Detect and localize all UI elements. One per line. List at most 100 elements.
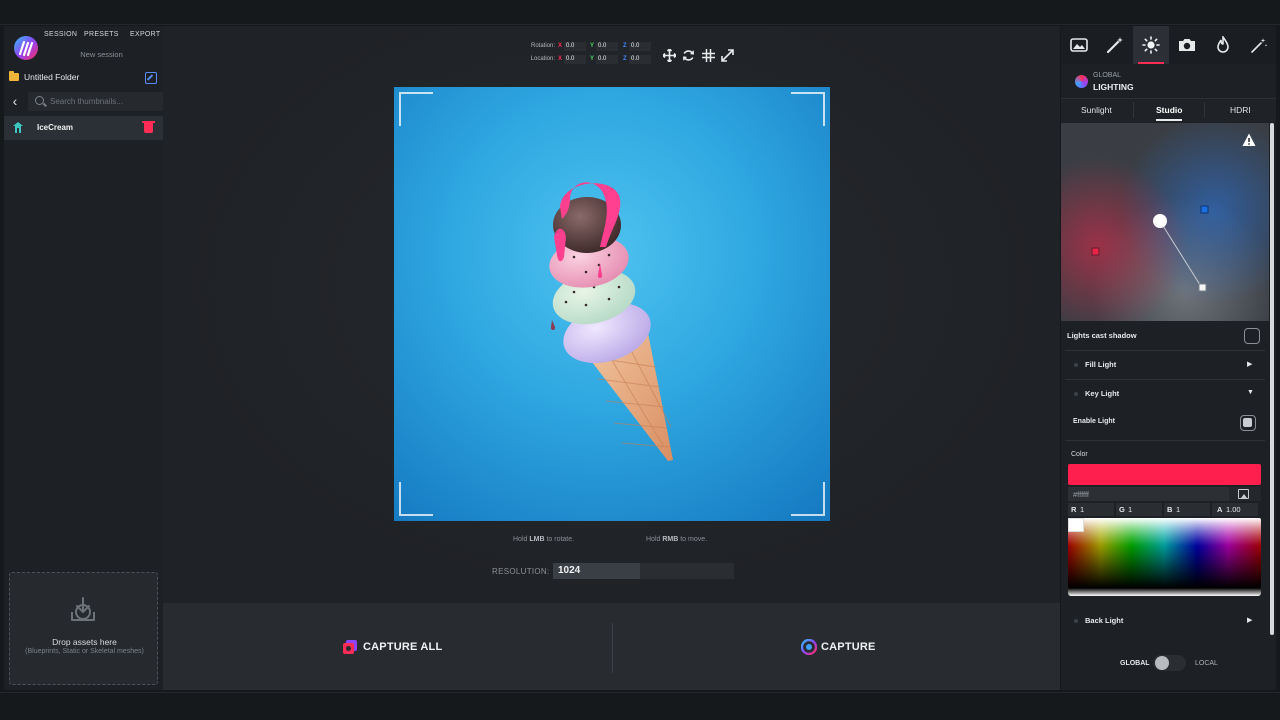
tab-effects[interactable]: [1097, 26, 1133, 64]
fullscreen-icon[interactable]: [721, 49, 734, 62]
capture-all-button[interactable]: CAPTURE ALL: [163, 603, 611, 690]
left-panel: SESSION PRESETS EXPORT New session Untit…: [4, 26, 163, 690]
tab-lighting[interactable]: [1133, 26, 1169, 64]
color-swatch: [1068, 464, 1261, 485]
grid-icon[interactable]: [702, 49, 715, 62]
reset-rotate-icon[interactable]: [682, 49, 695, 62]
flame-icon: [1217, 36, 1229, 53]
top-bar: [0, 0, 1280, 25]
section-dot: [1074, 619, 1078, 623]
divider: [1065, 350, 1265, 351]
sparkle-wand-icon: [1251, 38, 1268, 53]
collapse-down-icon[interactable]: ▼: [1247, 389, 1254, 396]
capture-icon: [801, 639, 817, 655]
subtab-sunlight[interactable]: Sunlight: [1081, 105, 1112, 115]
r-field[interactable]: R1: [1068, 503, 1114, 516]
capture-all-label: CAPTURE ALL: [363, 641, 443, 653]
move-icon[interactable]: [663, 49, 676, 62]
light-position-pad[interactable]: [1061, 123, 1269, 321]
b-field[interactable]: B1: [1164, 503, 1210, 516]
menu-session[interactable]: SESSION: [44, 31, 77, 38]
divider: [1065, 379, 1265, 380]
delete-icon[interactable]: [142, 121, 155, 133]
sun-icon: [1142, 36, 1160, 54]
section-dot: [1074, 392, 1078, 396]
capture-canvas[interactable]: [394, 87, 830, 521]
menu-export[interactable]: EXPORT: [130, 31, 160, 38]
edit-folder-icon[interactable]: [145, 72, 157, 84]
rotation-z-field[interactable]: 0.0: [629, 42, 651, 51]
dropzone-subtitle: (Blueprints, Static or Skeletal meshes): [25, 648, 144, 655]
tab-image[interactable]: [1061, 26, 1097, 64]
toggle-local-label: LOCAL: [1195, 660, 1218, 667]
ice-cream-model: [549, 182, 673, 461]
location-x-axis: X: [558, 56, 563, 62]
tab-post[interactable]: [1241, 26, 1277, 64]
expand-right-icon[interactable]: ▶: [1247, 616, 1252, 624]
subtab-divider: [1133, 102, 1134, 118]
rotation-z-axis: Z: [623, 43, 627, 49]
rotation-x-field[interactable]: 0.0: [564, 42, 586, 51]
warning-icon[interactable]: [1242, 133, 1256, 147]
tab-camera[interactable]: [1169, 26, 1205, 64]
move-hint: Hold RMB to move.: [646, 536, 708, 543]
tab-fire[interactable]: [1205, 26, 1241, 64]
a-field[interactable]: A 1.00: [1212, 503, 1258, 516]
bottom-bar: [0, 692, 1280, 720]
location-z-axis: Z: [623, 56, 627, 62]
back-light-marker[interactable]: [1200, 205, 1209, 214]
eyedropper-image-icon[interactable]: [1238, 489, 1249, 499]
resolution-slider[interactable]: 1024: [553, 563, 734, 579]
subtab-hdri[interactable]: HDRI: [1230, 105, 1251, 115]
lighting-subtabs: Sunlight Studio HDRI: [1061, 98, 1276, 122]
rotation-y-field[interactable]: 0.0: [596, 42, 618, 51]
blueprint-icon: [13, 122, 23, 133]
key-light-handle[interactable]: [1153, 214, 1167, 228]
subtab-studio[interactable]: Studio: [1156, 105, 1183, 121]
location-y-axis: Y: [590, 56, 595, 62]
lighting-title: LIGHTING: [1093, 82, 1134, 92]
enable-light-checkbox[interactable]: [1240, 415, 1256, 431]
light-target-marker[interactable]: [1198, 283, 1207, 292]
asset-dropzone[interactable]: Drop assets here (Blueprints, Static or …: [9, 572, 158, 685]
resolution-value: 1024: [558, 565, 581, 576]
viewport-area: Rotation: X 0.0 Y 0.0 Z 0.0 Location: X …: [163, 26, 1060, 603]
value-slider[interactable]: [1068, 588, 1261, 596]
folder-row[interactable]: Untitled Folder: [4, 70, 163, 86]
color-label: Color: [1071, 451, 1088, 458]
toggle-knob: [1155, 656, 1169, 670]
expand-right-icon[interactable]: ▶: [1247, 360, 1252, 368]
magic-wand-icon: [1106, 37, 1123, 54]
search-icon: [35, 96, 44, 105]
location-label: Location:: [530, 56, 555, 62]
light-markers: [1091, 205, 1209, 292]
asset-item[interactable]: IceCream: [4, 116, 163, 140]
key-light-label: Key Light: [1085, 389, 1120, 398]
capture-button[interactable]: CAPTURE: [613, 603, 1061, 690]
back-arrow-icon[interactable]: ‹: [8, 94, 22, 108]
subtab-divider: [1204, 102, 1205, 118]
global-local-toggle[interactable]: [1153, 655, 1186, 671]
global-lighting-icon: [1075, 75, 1088, 88]
tool-tabs: [1061, 26, 1276, 64]
capture-label: CAPTURE: [821, 641, 876, 653]
search-input[interactable]: [50, 92, 160, 111]
location-y-field[interactable]: 0.0: [596, 55, 618, 64]
toggle-global-label: GLOBAL: [1120, 660, 1150, 667]
divider: [1065, 440, 1265, 441]
g-field[interactable]: G1: [1116, 503, 1162, 516]
location-x-field[interactable]: 0.0: [564, 55, 586, 64]
lights-cast-shadow-checkbox[interactable]: [1244, 328, 1260, 344]
panel-scrollbar-thumb[interactable]: [1270, 123, 1274, 635]
color-spectrum[interactable]: [1068, 518, 1261, 588]
image-icon: [1070, 38, 1088, 52]
spectrum-cursor[interactable]: [1068, 518, 1084, 532]
fill-light-label: Fill Light: [1085, 360, 1117, 369]
fill-light-marker[interactable]: [1091, 247, 1100, 256]
hex-input[interactable]: [1068, 487, 1229, 501]
section-dot: [1074, 363, 1078, 367]
menu-presets[interactable]: PRESETS: [84, 31, 119, 38]
location-z-field[interactable]: 0.0: [629, 55, 651, 64]
download-icon: [71, 597, 95, 621]
dropzone-title: Drop assets here: [52, 637, 117, 647]
